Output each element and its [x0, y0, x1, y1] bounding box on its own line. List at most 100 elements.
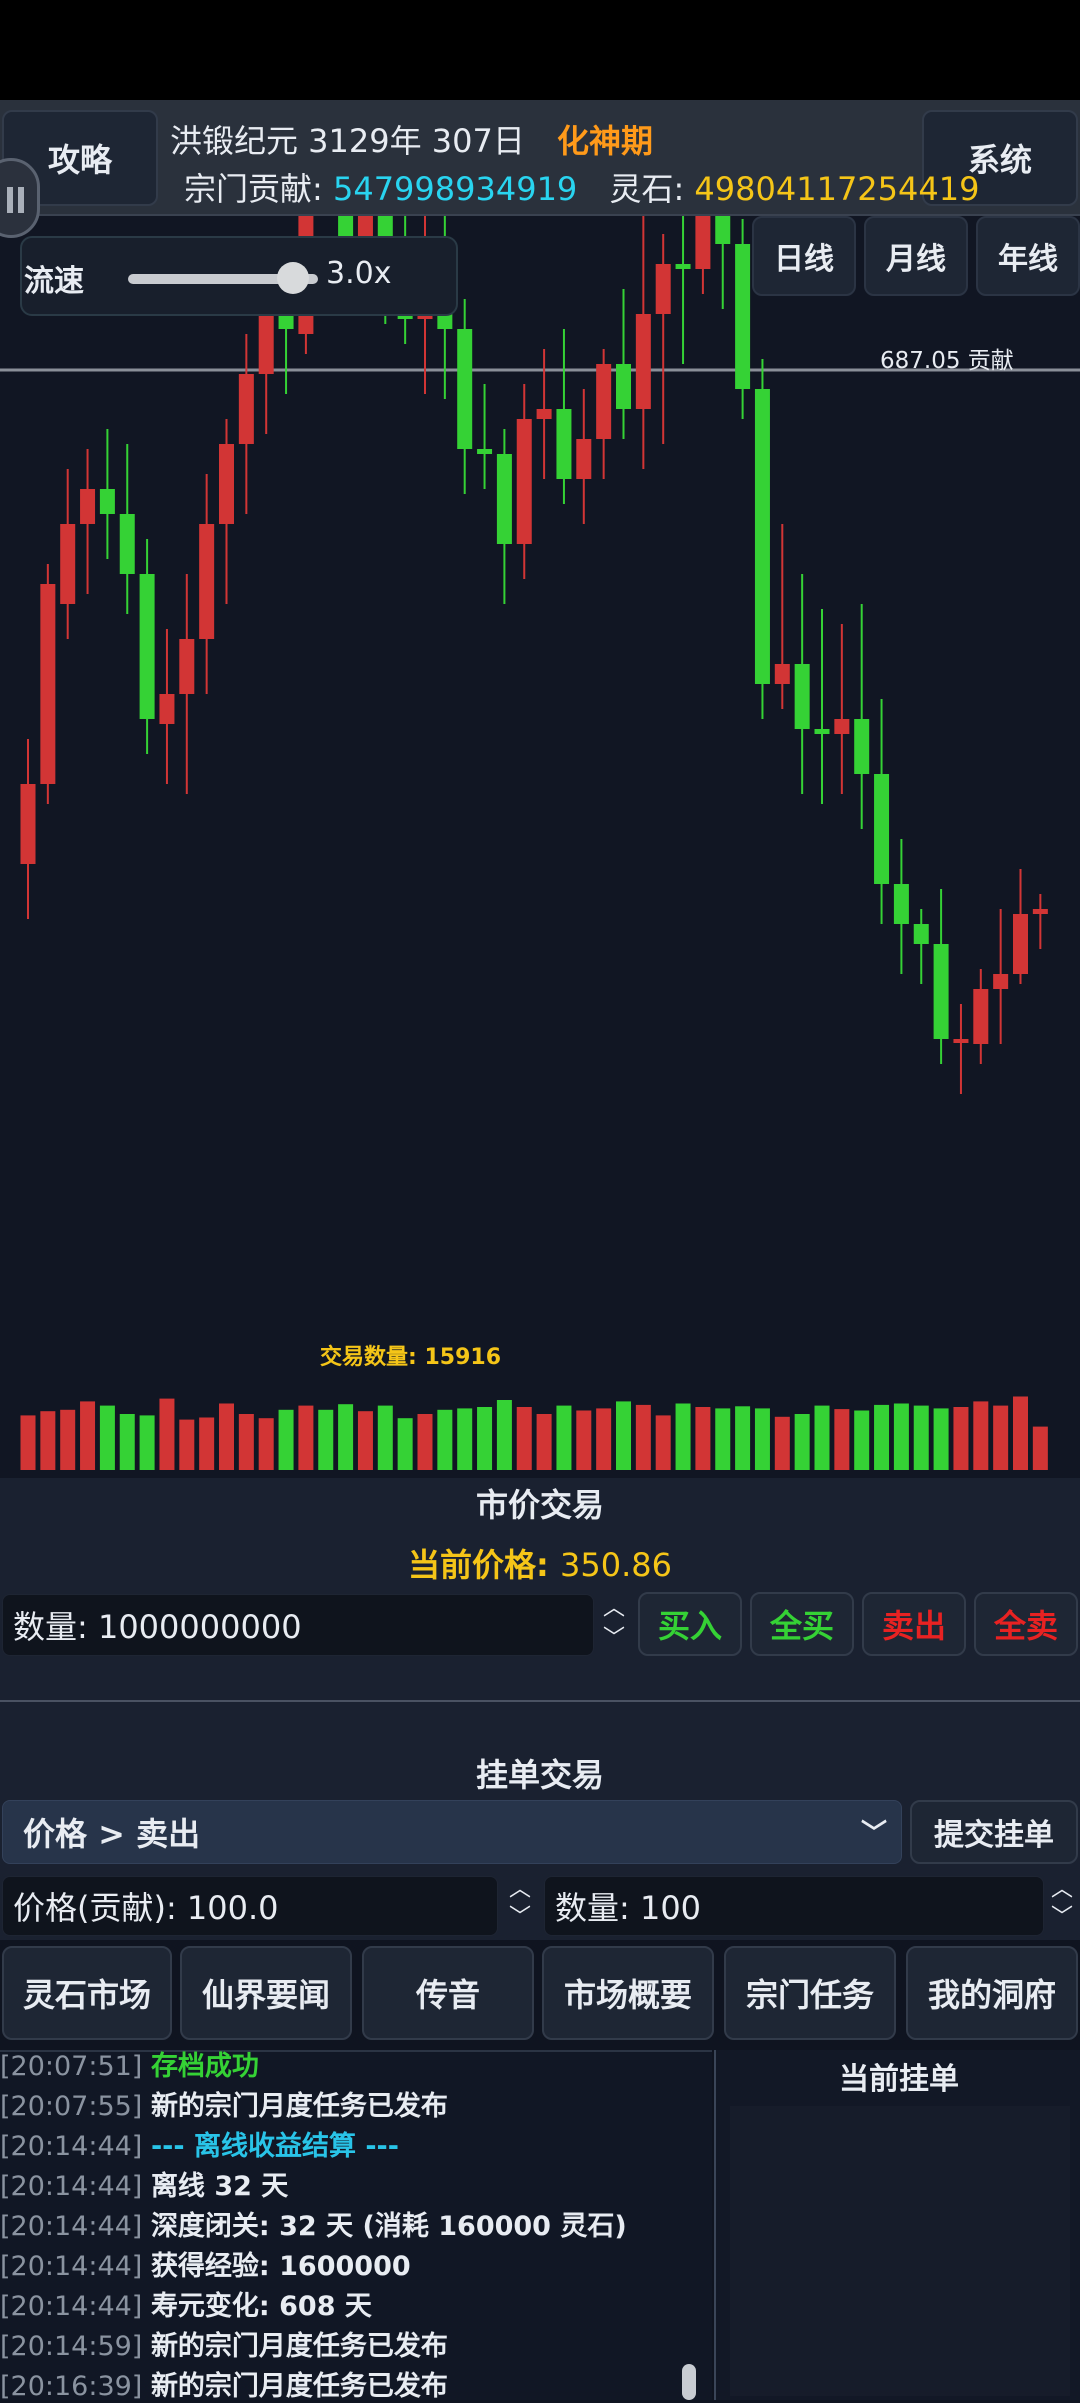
order-price-input[interactable]: 价格(贡献): 100.0 [2, 1876, 498, 1936]
current-orders-title: 当前挂单 [839, 2062, 959, 2097]
candle-body [516, 419, 532, 544]
volume-bar [80, 1401, 96, 1470]
chevron-down-icon[interactable]: ﹀ [600, 1624, 628, 1654]
volume-bar [993, 1405, 1009, 1470]
buy-button[interactable]: 买入 [638, 1592, 742, 1656]
contribution-value: 547998934919 [332, 170, 578, 208]
candle-body [199, 524, 215, 639]
candle-body [834, 719, 850, 734]
chevron-down-icon[interactable]: ﹀ [1046, 1904, 1078, 1932]
nav-my-cave[interactable]: 我的洞府 [906, 1946, 1078, 2040]
order-quantity-input[interactable]: 数量: 100 [544, 1876, 1044, 1936]
volume-bar [536, 1414, 552, 1470]
candle-body [80, 489, 96, 524]
chevron-down-icon[interactable]: ﹀ [504, 1904, 536, 1932]
realm-text: 化神期 [557, 122, 654, 160]
chevron-down-icon: ﹀ [860, 1819, 887, 1849]
log-line: [20:14:44] 深度闭关: 32 天 (消耗 160000 灵石) [0, 2211, 627, 2242]
candle-body [1032, 909, 1048, 914]
speed-slider-handle[interactable] [277, 262, 310, 294]
volume-bar [655, 1415, 671, 1470]
nav-spirit-market[interactable]: 灵石市场 [2, 1946, 172, 2040]
volume-bar [159, 1398, 175, 1470]
order-price-stepper[interactable]: ︿ ﹀ [504, 1876, 536, 1936]
candle-body [933, 944, 949, 1039]
order-type-select[interactable]: 价格 > 卖出 ﹀ [2, 1800, 902, 1864]
nav-news[interactable]: 仙界要闻 [180, 1946, 352, 2040]
timeframe-year-button[interactable]: 年线 [976, 216, 1080, 296]
current-orders-list [730, 2106, 1070, 2396]
candle-body [715, 216, 731, 244]
volume-bar [219, 1403, 234, 1470]
market-quantity-stepper[interactable]: ︿ ﹀ [600, 1594, 628, 1656]
volume-bar [735, 1406, 751, 1470]
volume-bar [874, 1404, 890, 1470]
candle-body [258, 314, 274, 374]
candle-body [655, 264, 671, 314]
volume-bar [437, 1409, 453, 1470]
chevron-up-icon[interactable]: ︿ [504, 1876, 536, 1904]
buy-all-button[interactable]: 全买 [750, 1592, 854, 1656]
volume-bar [635, 1404, 651, 1470]
candle-body [278, 314, 294, 329]
chevron-up-icon[interactable]: ︿ [1046, 1876, 1078, 1904]
order-quantity-stepper[interactable]: ︿ ﹀ [1046, 1876, 1078, 1936]
volume-bar [357, 1411, 373, 1470]
candle-body [139, 574, 155, 719]
volume-bar [318, 1409, 334, 1470]
volume-bar [278, 1409, 294, 1470]
volume-bar [953, 1407, 969, 1470]
nav-sect-tasks[interactable]: 宗门任务 [724, 1946, 896, 2040]
nav-message[interactable]: 传音 [362, 1946, 534, 2040]
spirit-stone-value: 49804117254419 [694, 170, 980, 208]
sell-button[interactable]: 卖出 [862, 1592, 966, 1656]
candle-body [238, 374, 254, 444]
log-line: [20:07:51] 存档成功 [0, 2051, 259, 2082]
candle-body [179, 639, 195, 694]
volume-bar [199, 1417, 215, 1470]
candle-body [596, 364, 612, 439]
chevron-up-icon[interactable]: ︿ [600, 1594, 628, 1624]
candle-body [675, 264, 691, 269]
volume-bar [1032, 1426, 1048, 1470]
nav-market-overview[interactable]: 市场概要 [542, 1946, 714, 2040]
candle-body [953, 1039, 969, 1043]
volume-bar [238, 1414, 254, 1470]
volume-bar [20, 1415, 36, 1470]
volume-bar [774, 1416, 790, 1470]
current-orders-panel: 当前挂单 [714, 2050, 1080, 2400]
volume-bar [814, 1405, 830, 1470]
timeframe-day-button[interactable]: 日线 [752, 216, 856, 296]
reference-line-label: 687.05 贡献 [880, 348, 1014, 374]
pending-trade-title: 挂单交易 [475, 1756, 604, 1794]
volume-bar [834, 1409, 850, 1470]
log-scrollbar[interactable] [682, 2364, 696, 2400]
log-line: [20:14:44] --- 离线收益结算 --- [0, 2131, 399, 2162]
pause-icon[interactable] [0, 158, 40, 238]
candle-body [973, 989, 989, 1044]
message-log: [20:07:51] 存档成功 [20:07:55] 新的宗门月度任务已发布 [… [0, 2050, 712, 2402]
spirit-stone-label: 灵石: [609, 170, 685, 208]
log-line: [20:14:44] 寿元变化: 608 天 [0, 2291, 372, 2322]
date-text: 洪锻纪元 3129年 307日 [170, 122, 525, 160]
volume-bar [576, 1410, 592, 1470]
volume-bar [298, 1405, 314, 1470]
log-line: [20:14:44] 获得经验: 1600000 [0, 2251, 411, 2282]
sell-all-button[interactable]: 全卖 [974, 1592, 1078, 1656]
volume-bar [179, 1419, 195, 1470]
submit-order-button[interactable]: 提交挂单 [910, 1800, 1078, 1864]
contribution-label: 宗门贡献: [184, 170, 323, 208]
candle-body [496, 454, 512, 544]
volume-bar [477, 1407, 493, 1470]
resources: 宗门贡献: 547998934919 灵石: 49804117254419 [184, 164, 979, 210]
candle-body [1013, 914, 1028, 974]
candle-body [874, 774, 890, 884]
timeframe-month-button[interactable]: 月线 [864, 216, 968, 296]
volume-bar [675, 1403, 691, 1470]
speed-panel: 流速 3.0x [20, 236, 458, 316]
candle-body [536, 409, 552, 419]
volume-bar [417, 1414, 433, 1470]
volume-bar [60, 1409, 76, 1470]
volume-bars-group [20, 1396, 1048, 1470]
market-quantity-input[interactable]: 数量: 1000000000 [2, 1594, 594, 1656]
